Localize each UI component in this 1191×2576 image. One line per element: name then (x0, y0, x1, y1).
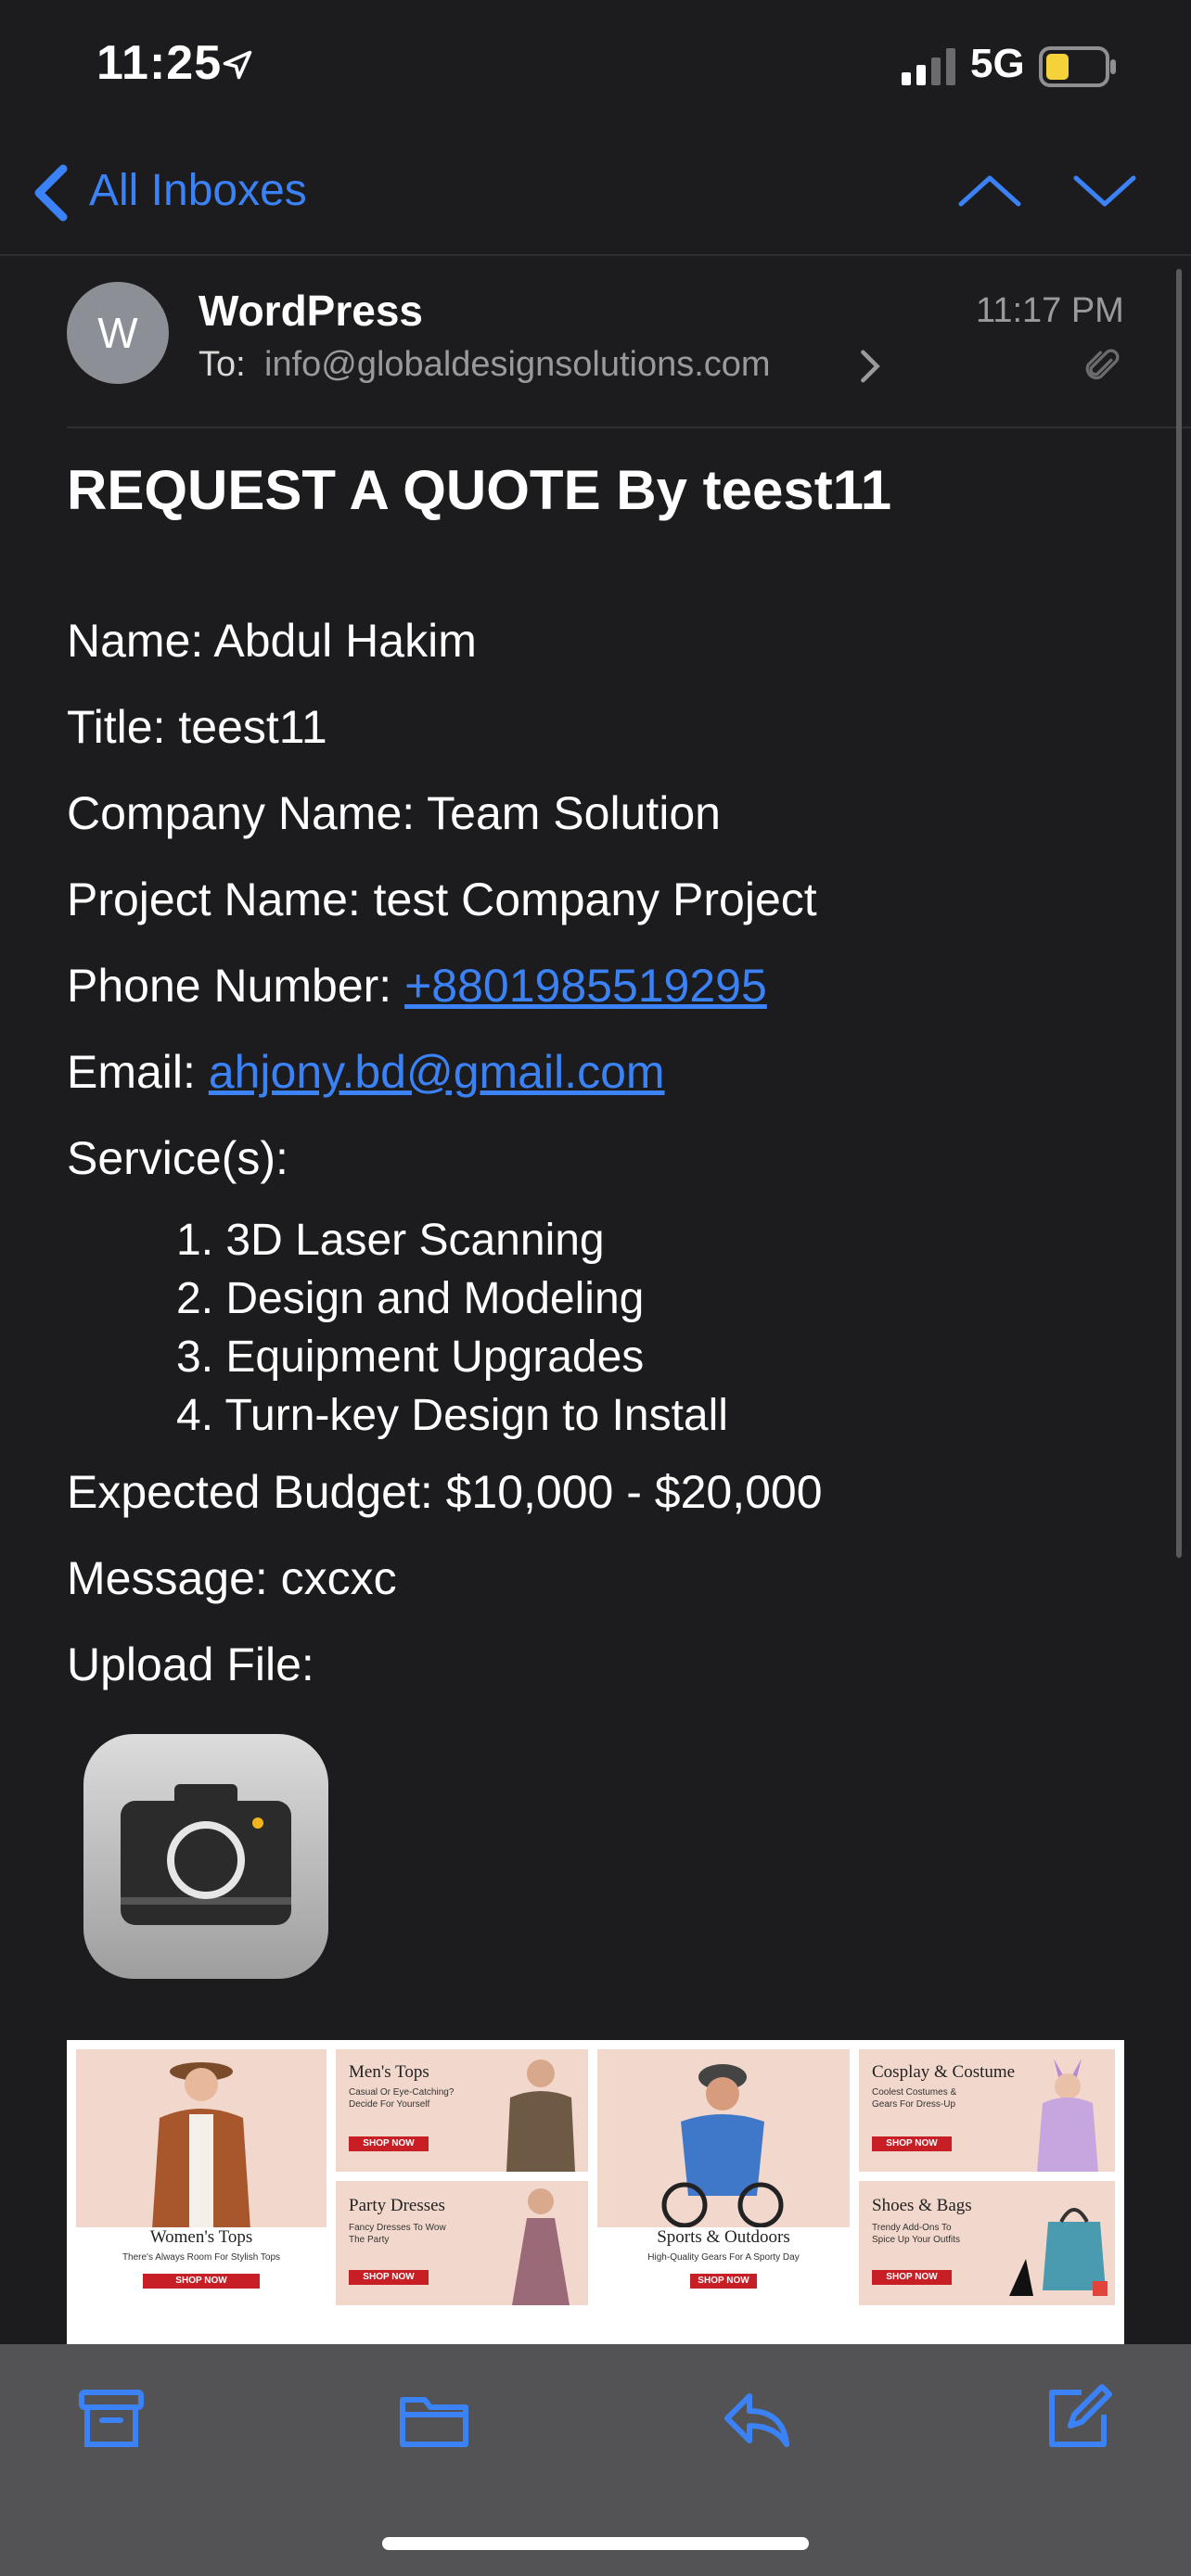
avatar-initial: W (97, 309, 138, 357)
field-email: Email: ahjony.bd@gmail.com (67, 1045, 665, 1099)
phone-label: Phone Number: (67, 960, 405, 1012)
home-indicator[interactable] (382, 2537, 809, 2550)
field-message: Message: cxcxc (67, 1552, 397, 1604)
reply-icon[interactable] (720, 2381, 794, 2455)
shop-now-button[interactable]: SHOP NOW (143, 2274, 260, 2289)
card-subtitle: Casual Or Eye-Catching? Decide For Yours… (349, 2087, 455, 2110)
service-item: 3. Equipment Upgrades (176, 1333, 645, 1382)
email-label: Email: (67, 1046, 209, 1098)
card-title: Sports & Outdoors (657, 2227, 790, 2247)
card-title: Party Dresses (349, 2196, 445, 2215)
card-subtitle: High-Quality Gears For A Sporty Day (647, 2252, 800, 2263)
model-image (1037, 2059, 1098, 2172)
service-item: 1. 3D Laser Scanning (176, 1216, 605, 1265)
model-image (661, 2064, 784, 2228)
battery-icon (1039, 46, 1116, 87)
sent-time: 11:17 PM (976, 291, 1124, 330)
banner-card-shoes-bags[interactable]: Shoes & Bags Trendy Add-Ons To Spice Up … (859, 2181, 1115, 2305)
shop-now-button[interactable]: SHOP NOW (349, 2270, 429, 2285)
card-title: Women's Tops (149, 2227, 253, 2247)
field-title: Title: teest11 (67, 701, 327, 753)
chevron-right-icon[interactable] (859, 349, 881, 384)
divider (67, 427, 1191, 428)
service-item: 4. Turn-key Design to Install (176, 1391, 728, 1440)
banner-card-mens-tops[interactable]: Men's Tops Casual Or Eye-Catching? Decid… (336, 2049, 588, 2172)
folder-icon[interactable] (397, 2381, 471, 2455)
field-company: Company Name: Team Solution (67, 787, 721, 839)
camera-icon (121, 1784, 291, 1925)
down-arrow-icon[interactable] (1072, 172, 1137, 210)
shop-now-button[interactable]: SHOP NOW (872, 2136, 952, 2151)
card-subtitle: Fancy Dresses To Wow The Party (349, 2223, 446, 2245)
shop-now-button[interactable]: SHOP NOW (690, 2274, 757, 2289)
banner-card-party-dresses[interactable]: Party Dresses Fancy Dresses To Wow The P… (336, 2181, 588, 2305)
field-budget: Expected Budget: $10,000 - $20,000 (67, 1466, 823, 1518)
promo-banner[interactable]: Women's Tops There's Always Room For Sty… (67, 2040, 1124, 2344)
model-image (512, 2188, 570, 2305)
field-phone: Phone Number: +8801985519295 (67, 959, 767, 1013)
card-title: Shoes & Bags (872, 2196, 972, 2215)
shop-now-button[interactable]: SHOP NOW (349, 2136, 429, 2151)
banner-card-cosplay-costume[interactable]: Cosplay & Costume Coolest Costumes & Gea… (859, 2049, 1115, 2172)
signal-icon (902, 48, 955, 85)
card-subtitle: There's Always Room For Stylish Tops (122, 2252, 281, 2263)
network-label: 5G (970, 41, 1025, 86)
to-label: To: (198, 345, 246, 384)
phone-link[interactable]: +8801985519295 (404, 960, 767, 1012)
camera-attachment[interactable] (83, 1734, 328, 1979)
recipient-address[interactable]: info@globaldesignsolutions.com (264, 345, 771, 385)
avatar[interactable]: W (67, 282, 169, 384)
back-chevron-icon[interactable] (30, 163, 70, 223)
archive-icon[interactable] (74, 2381, 148, 2455)
banner-card-womens-tops[interactable]: Women's Tops There's Always Room For Sty… (76, 2049, 327, 2305)
email-link[interactable]: ahjony.bd@gmail.com (209, 1046, 665, 1098)
email-subject: REQUEST A QUOTE By teest11 (67, 459, 892, 521)
paperclip-icon (1085, 349, 1120, 380)
shop-now-button[interactable]: SHOP NOW (872, 2270, 952, 2285)
banner-card-sports-outdoors[interactable]: Sports & Outdoors High-Quality Gears For… (597, 2049, 850, 2305)
field-name: Name: Abdul Hakim (67, 615, 477, 667)
card-title: Cosplay & Costume (872, 2062, 1016, 2082)
scrollbar[interactable] (1176, 269, 1182, 1558)
compose-icon[interactable] (1041, 2381, 1115, 2455)
model-image (152, 2062, 250, 2229)
model-image (506, 2060, 575, 2172)
back-button[interactable]: All Inboxes (89, 165, 307, 216)
field-services: Service(s): (67, 1132, 288, 1184)
card-subtitle: Trendy Add-Ons To Spice Up Your Outfits (872, 2223, 961, 2245)
card-title: Men's Tops (349, 2062, 429, 2082)
field-upload: Upload File: (67, 1639, 314, 1690)
product-image (1009, 2208, 1108, 2296)
card-subtitle: Coolest Costumes & Gears For Dress-Up (872, 2087, 957, 2110)
status-time: 11:25 (96, 36, 223, 90)
sender-name[interactable]: WordPress (198, 286, 423, 336)
field-project: Project Name: test Company Project (67, 874, 817, 925)
up-arrow-icon[interactable] (957, 172, 1022, 210)
location-arrow-icon (223, 50, 252, 80)
service-item: 2. Design and Modeling (176, 1274, 645, 1323)
